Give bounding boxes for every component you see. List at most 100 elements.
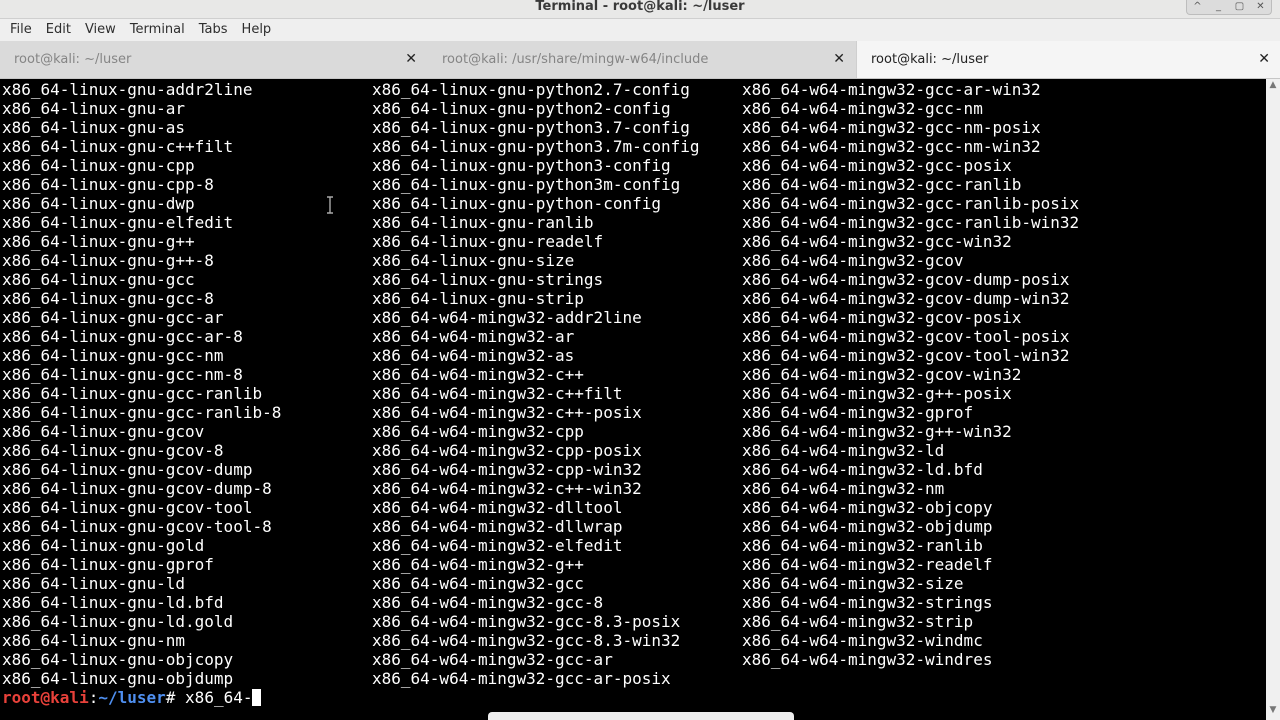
output-line: x86_64-linux-gnu-ranlib (372, 213, 594, 232)
output-line: x86_64-linux-gnu-python3m-config (372, 175, 681, 194)
output-line: x86_64-linux-gnu-as (2, 118, 186, 137)
menu-terminal[interactable]: Terminal (123, 19, 192, 41)
close-icon[interactable]: ✕ (1250, 0, 1271, 14)
tab-1[interactable]: root@kali: ~/luser ✕ (0, 41, 427, 78)
output-line: x86_64-w64-mingw32-c++filt (372, 384, 623, 403)
output-line: x86_64-w64-mingw32-addr2line (372, 308, 642, 327)
output-line: x86_64-linux-gnu-g++ (2, 232, 195, 251)
menu-bar: File Edit View Terminal Tabs Help (0, 19, 1280, 41)
output-line: x86_64-linux-gnu-objdump (2, 669, 234, 688)
close-tab-icon[interactable]: ✕ (1258, 52, 1270, 66)
output-line: x86_64-linux-gnu-strip (372, 289, 584, 308)
output-line: x86_64-linux-gnu-gcov-tool (2, 498, 253, 517)
tab-label: root@kali: /usr/share/mingw-w64/include (442, 52, 709, 67)
output-line: x86_64-linux-gnu-g++-8 (2, 251, 214, 270)
output-line: x86_64-w64-mingw32-gcov (742, 251, 964, 270)
output-line: x86_64-w64-mingw32-gcov-dump-posix (742, 270, 1070, 289)
output-line: x86_64-w64-mingw32-ar (372, 327, 575, 346)
output-line: x86_64-w64-mingw32-nm (742, 479, 945, 498)
minimize-icon[interactable]: _ (1208, 0, 1229, 14)
output-line: x86_64-linux-gnu-strings (372, 270, 604, 289)
menu-tabs[interactable]: Tabs (192, 19, 235, 41)
output-line: x86_64-w64-mingw32-ld (742, 441, 945, 460)
output-line: x86_64-linux-gnu-readelf (372, 232, 604, 251)
scroll-down-icon[interactable]: ▼ (1266, 705, 1280, 715)
tab-3-active[interactable]: root@kali: ~/luser ✕ (856, 41, 1280, 78)
output-line: x86_64-linux-gnu-python3.7m-config (372, 137, 700, 156)
output-line: x86_64-w64-mingw32-gcc-nm-posix (742, 118, 1041, 137)
output-line: x86_64-w64-mingw32-gcc (372, 574, 584, 593)
output-line: x86_64-linux-gnu-gcov-8 (2, 441, 224, 460)
output-line: x86_64-linux-gnu-python2.7-config (372, 80, 690, 99)
menu-view[interactable]: View (78, 19, 123, 41)
output-line: x86_64-linux-gnu-nm (2, 631, 186, 650)
output-line: x86_64-w64-mingw32-gcc-ar-win32 (742, 80, 1041, 99)
vertical-scrollbar[interactable]: ▲ ▼ (1266, 79, 1280, 720)
output-line: x86_64-w64-mingw32-size (742, 574, 964, 593)
output-line: x86_64-linux-gnu-gcc-ar (2, 308, 224, 327)
window-controls: ^ _ ▢ ✕ (1186, 0, 1272, 15)
output-line: x86_64-w64-mingw32-dlltool (372, 498, 623, 517)
output-line: x86_64-w64-mingw32-g++ (372, 555, 584, 574)
menu-edit[interactable]: Edit (39, 19, 78, 41)
prompt-user-host: root@kali (2, 688, 89, 707)
output-line: x86_64-w64-mingw32-gcov-dump-win32 (742, 289, 1070, 308)
maximize-icon[interactable]: ▢ (1229, 0, 1250, 14)
output-line: x86_64-linux-gnu-python2-config (372, 99, 671, 118)
output-line: x86_64-linux-gnu-python3.7-config (372, 118, 690, 137)
close-tab-icon[interactable]: ✕ (405, 52, 417, 66)
output-line: x86_64-linux-gnu-python3-config (372, 156, 671, 175)
scroll-up-icon[interactable]: ▲ (1266, 80, 1280, 90)
output-line: x86_64-w64-mingw32-gcc-ar (372, 650, 613, 669)
menu-file[interactable]: File (3, 19, 39, 41)
output-line: x86_64-linux-gnu-elfedit (2, 213, 234, 232)
close-tab-icon[interactable]: ✕ (833, 52, 845, 66)
output-line: x86_64-w64-mingw32-gcov-tool-posix (742, 327, 1070, 346)
output-line: x86_64-w64-mingw32-elfedit (372, 536, 623, 555)
prompt-path: ~/luser (98, 688, 166, 707)
output-line: x86_64-linux-gnu-gcc-ranlib (2, 384, 263, 403)
tab-bar: root@kali: ~/luser ✕ root@kali: /usr/sha… (0, 41, 1280, 79)
output-line: x86_64-w64-mingw32-as (372, 346, 575, 365)
output-line: x86_64-linux-gnu-c++filt (2, 137, 234, 156)
output-line: x86_64-w64-mingw32-c++ (372, 365, 584, 384)
ibeam-cursor-icon (327, 196, 333, 214)
output-line: x86_64-w64-mingw32-cpp-posix (372, 441, 642, 460)
output-line: x86_64-linux-gnu-python-config (372, 194, 661, 213)
output-line: x86_64-w64-mingw32-g++-posix (742, 384, 1012, 403)
output-line: x86_64-w64-mingw32-gcov-posix (742, 308, 1022, 327)
output-line: x86_64-w64-mingw32-g++-win32 (742, 422, 1012, 441)
output-line: x86_64-w64-mingw32-gcc-8.3-posix (372, 612, 681, 631)
output-line: x86_64-linux-gnu-gcc-nm (2, 346, 224, 365)
output-line: x86_64-linux-gnu-gcc-8 (2, 289, 214, 308)
output-line: x86_64-w64-mingw32-strip (742, 612, 974, 631)
output-column-1: x86_64-linux-gnu-addr2line x86_64-linux-g… (2, 80, 281, 688)
output-line: x86_64-linux-gnu-ld.gold (2, 612, 234, 631)
tab-label: root@kali: ~/luser (871, 52, 989, 67)
output-line: x86_64-w64-mingw32-gcc-nm-win32 (742, 137, 1041, 156)
shade-icon[interactable]: ^ (1187, 0, 1208, 14)
output-line: x86_64-linux-gnu-cpp (2, 156, 195, 175)
output-line: x86_64-linux-gnu-gcc-nm-8 (2, 365, 243, 384)
output-line: x86_64-w64-mingw32-gcc-ar-posix (372, 669, 671, 688)
menu-help[interactable]: Help (235, 19, 279, 41)
output-column-2: x86_64-linux-gnu-python2.7-config x86_64-… (372, 80, 700, 688)
command-input[interactable]: x86_64- (185, 688, 252, 707)
output-line: x86_64-w64-mingw32-gcc-posix (742, 156, 1012, 175)
output-line: x86_64-linux-gnu-ld.bfd (2, 593, 224, 612)
output-line: x86_64-w64-mingw32-dllwrap (372, 517, 623, 536)
output-line: x86_64-w64-mingw32-gcc-8.3-win32 (372, 631, 681, 650)
window-title: Terminal - root@kali: ~/luser (535, 0, 745, 14)
output-column-3: x86_64-w64-mingw32-gcc-ar-win32 x86_64-w6… (742, 80, 1079, 669)
output-line: x86_64-w64-mingw32-cpp (372, 422, 584, 441)
prompt-colon: : (88, 688, 99, 707)
output-line: x86_64-w64-mingw32-gcc-ranlib-posix (742, 194, 1080, 213)
tab-2[interactable]: root@kali: /usr/share/mingw-w64/include … (428, 41, 855, 78)
output-line: x86_64-w64-mingw32-cpp-win32 (372, 460, 642, 479)
output-line: x86_64-w64-mingw32-gcov-tool-win32 (742, 346, 1070, 365)
output-line: x86_64-w64-mingw32-c++-win32 (372, 479, 642, 498)
output-line: x86_64-w64-mingw32-gcc-nm (742, 99, 983, 118)
terminal-output[interactable]: x86_64-linux-gnu-addr2line x86_64-linux-g… (0, 79, 1266, 720)
output-line: x86_64-linux-gnu-objcopy (2, 650, 234, 669)
prompt-line[interactable]: root@kali:~/luser# x86_64- (2, 688, 262, 707)
